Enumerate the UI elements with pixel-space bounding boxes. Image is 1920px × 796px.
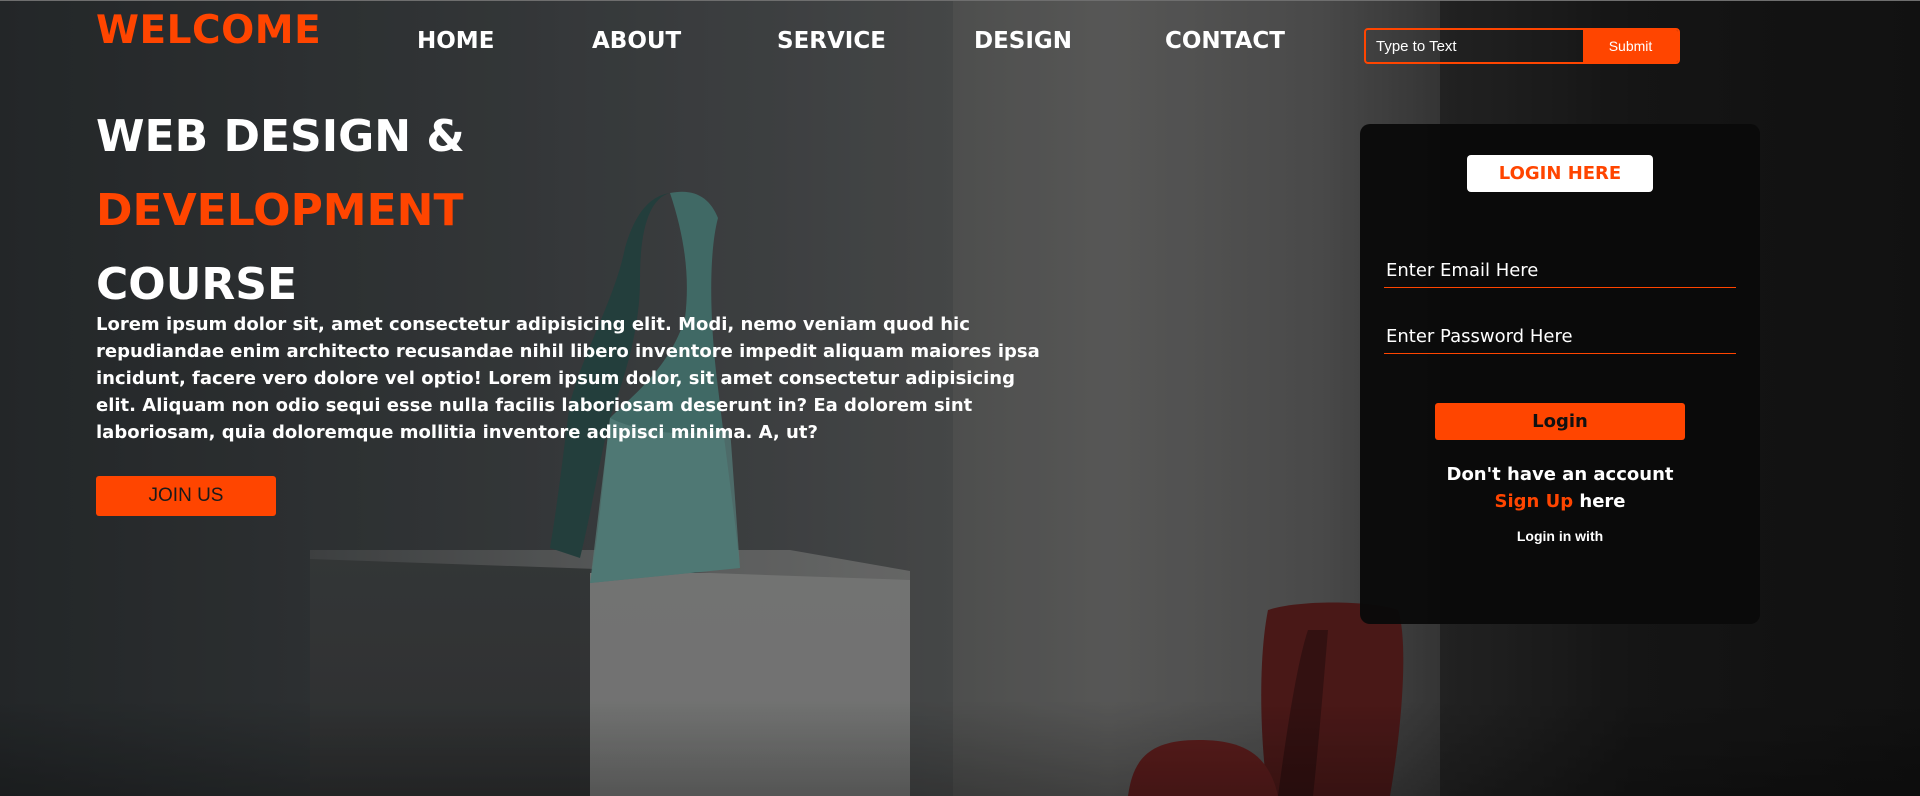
search-input[interactable] — [1366, 30, 1583, 62]
join-us-button[interactable]: JOIN US — [96, 476, 276, 516]
login-panel: LOGIN HERE Login Don't have an account S… — [1360, 124, 1760, 624]
social-login-prompt: Login in with — [1516, 528, 1604, 544]
nav-design[interactable]: DESIGN — [974, 28, 1072, 54]
search-submit-button[interactable]: Submit — [1583, 30, 1678, 62]
hero-description: Lorem ipsum dolor sit, amet consectetur … — [96, 314, 1040, 443]
top-border — [0, 0, 1920, 1]
hero-title-line-2: DEVELOPMENT — [96, 185, 464, 236]
email-field[interactable] — [1384, 254, 1736, 288]
nav-about[interactable]: ABOUT — [592, 28, 681, 54]
signup-prompt: Don't have an account Sign Up here — [1360, 461, 1760, 515]
hero-title-line-1: WEB DESIGN & — [96, 111, 465, 162]
account-prompt-text: Don't have an account — [1446, 464, 1674, 485]
nav-contact[interactable]: CONTACT — [1165, 28, 1285, 54]
password-field[interactable] — [1384, 320, 1736, 354]
signup-link[interactable]: Sign Up — [1495, 491, 1574, 512]
signup-suffix-text: here — [1579, 491, 1626, 512]
login-button[interactable]: Login — [1435, 403, 1685, 440]
nav-service[interactable]: SERVICE — [777, 28, 886, 54]
nav-home[interactable]: HOME — [417, 28, 494, 54]
search-form: Submit — [1364, 28, 1680, 64]
logo: WELCOME — [96, 8, 322, 53]
hero-title: WEB DESIGN & DEVELOPMENT COURSE — [96, 100, 465, 322]
login-heading: LOGIN HERE — [1467, 155, 1653, 192]
